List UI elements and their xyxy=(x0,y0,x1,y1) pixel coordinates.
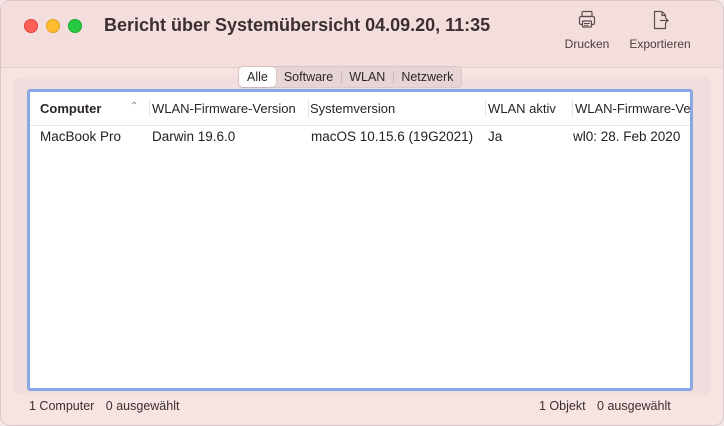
export-label: Exportieren xyxy=(629,37,691,51)
segment-software[interactable]: Software xyxy=(276,67,341,87)
export-button[interactable]: Exportieren xyxy=(623,9,697,51)
table-header: Computer ⌃ WLAN-Firmware-Version Systemv… xyxy=(30,92,690,126)
object-count: 1 Objekt xyxy=(539,399,586,413)
chevron-up-icon: ⌃ xyxy=(130,101,139,112)
column-divider[interactable] xyxy=(149,99,150,117)
column-header-wlan-firmware-2[interactable]: WLAN-Firmware-Ve xyxy=(575,101,690,116)
window-title: Bericht über Systemübersicht 04.09.20, 1… xyxy=(104,15,491,35)
segment-wlan[interactable]: WLAN xyxy=(341,67,393,87)
table-row[interactable]: MacBook Pro Darwin 19.6.0 macOS 10.15.6 … xyxy=(30,126,690,148)
column-divider[interactable] xyxy=(572,99,573,117)
column-header-systemversion[interactable]: Systemversion xyxy=(310,101,395,116)
category-segmented-control: Alle Software WLAN Netzwerk xyxy=(238,66,463,88)
segment-all[interactable]: Alle xyxy=(239,67,276,87)
column-divider[interactable] xyxy=(485,99,486,117)
close-window-button[interactable] xyxy=(24,19,38,33)
titlebar: Bericht über Systemübersicht 04.09.20, 1… xyxy=(1,1,723,68)
printer-icon xyxy=(578,10,596,28)
report-window: Bericht über Systemübersicht 04.09.20, 1… xyxy=(0,0,724,426)
segment-network[interactable]: Netzwerk xyxy=(393,67,461,87)
cell-wlan-firmware-2: wl0: 28. Feb 2020 xyxy=(573,129,681,144)
cell-wlan-firmware: Darwin 19.6.0 xyxy=(152,129,236,144)
minimize-window-button[interactable] xyxy=(46,19,60,33)
status-bar: 1 Computer 0 ausgewählt 1 Objekt 0 ausge… xyxy=(1,397,723,417)
computer-selected-count: 0 ausgewählt xyxy=(105,399,180,413)
cell-wlan-active: Ja xyxy=(488,129,503,144)
print-button[interactable]: Drucken xyxy=(559,9,615,51)
status-left: 1 Computer 0 ausgewählt xyxy=(29,399,179,413)
column-header-wlan-active[interactable]: WLAN aktiv xyxy=(488,101,556,116)
report-table: Computer ⌃ WLAN-Firmware-Version Systemv… xyxy=(27,89,693,391)
cell-computer: MacBook Pro xyxy=(40,129,122,144)
computer-count: 1 Computer xyxy=(29,399,95,413)
column-divider[interactable] xyxy=(308,99,309,117)
export-icon xyxy=(653,10,669,30)
status-right: 1 Objekt 0 ausgewählt xyxy=(539,399,671,413)
cell-systemversion: macOS 10.15.6 (19G2021) xyxy=(311,129,474,144)
print-label: Drucken xyxy=(564,37,610,51)
column-header-wlan-firmware[interactable]: WLAN-Firmware-Version xyxy=(152,101,296,116)
column-header-computer[interactable]: Computer xyxy=(40,101,101,116)
zoom-window-button[interactable] xyxy=(68,19,82,33)
object-selected-count: 0 ausgewählt xyxy=(597,399,671,413)
